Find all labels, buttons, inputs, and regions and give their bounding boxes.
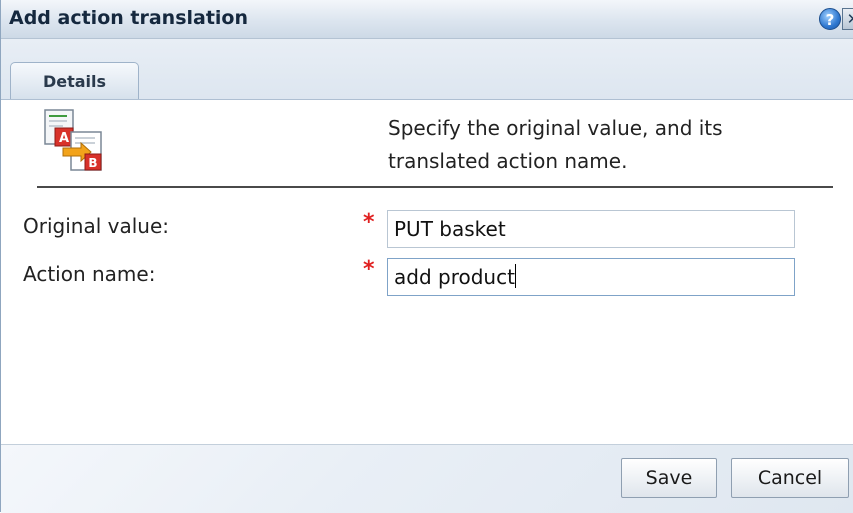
- add-action-translation-dialog: Add action translation ? ✕ Details A B S…: [0, 0, 853, 513]
- help-icon[interactable]: ?: [819, 8, 841, 30]
- text-caret: [514, 264, 516, 288]
- tab-details[interactable]: Details: [10, 62, 139, 99]
- action-name-label: Action name:: [23, 262, 156, 286]
- dialog-titlebar[interactable]: Add action translation ? ✕: [1, 0, 853, 39]
- original-value-text: PUT basket: [394, 217, 506, 241]
- dialog-title: Add action translation: [9, 7, 249, 29]
- close-icon[interactable]: ✕: [842, 8, 853, 30]
- dialog-footer: Save Cancel: [1, 444, 853, 513]
- original-value-input[interactable]: PUT basket: [387, 210, 795, 248]
- dialog-content: A B Specify the original value, and its …: [1, 100, 853, 444]
- required-marker: *: [363, 257, 375, 282]
- svg-text:B: B: [88, 156, 97, 170]
- divider: [37, 186, 833, 188]
- tab-strip: Details: [1, 39, 853, 100]
- save-button[interactable]: Save: [621, 458, 717, 498]
- dialog-description: Specify the original value, and its tran…: [388, 116, 723, 173]
- original-value-label: Original value:: [23, 214, 169, 238]
- translate-a-to-b-icon: A B: [44, 109, 102, 171]
- cancel-button[interactable]: Cancel: [731, 458, 849, 498]
- svg-text:A: A: [59, 131, 69, 146]
- action-name-input[interactable]: add product: [387, 258, 795, 296]
- action-name-text: add product: [394, 265, 515, 289]
- required-marker: *: [363, 210, 375, 235]
